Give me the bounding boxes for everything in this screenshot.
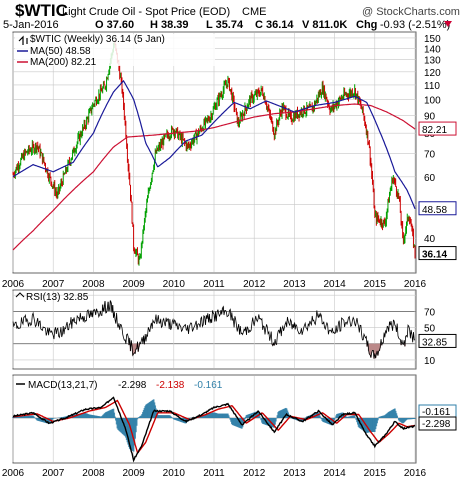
price-x-tick: 2007 <box>42 279 65 290</box>
price-x-tick: 2008 <box>82 279 105 290</box>
chart-exchange: CME <box>242 6 266 18</box>
macd-x-tick: 2008 <box>82 468 105 479</box>
macd-x-tick: 2015 <box>364 468 387 479</box>
quote-volume: V 811.0K <box>302 19 347 31</box>
price-y-tick: 70 <box>424 149 436 160</box>
legend-ma50: MA(50) 48.58 <box>30 46 91 57</box>
legend-ma200: MA(200) 82.21 <box>30 57 97 68</box>
tag-ma200: 82.21 <box>422 125 447 136</box>
rsi-label: RSI(13) 32.85 <box>26 292 89 303</box>
quote-high: H 38.39 <box>150 19 189 31</box>
rsi-y-tick: 50 <box>424 324 436 335</box>
price-y-tick: 140 <box>424 44 441 55</box>
watermark: @ StockCharts.com <box>362 6 460 18</box>
price-x-tick: 2009 <box>122 279 145 290</box>
quote-low: L 35.74 <box>206 19 244 31</box>
price-y-tick: 120 <box>424 68 441 79</box>
rsi-y-tick: 70 <box>424 307 436 318</box>
tag-macd-hist: -0.161 <box>422 407 451 418</box>
price-x-tick: 2014 <box>323 279 346 290</box>
macd-x-tick: 2006 <box>2 468 25 479</box>
macd-x-tick: 2016 <box>404 468 427 479</box>
price-y-tick: 150 <box>424 34 441 45</box>
price-y-tick: 130 <box>424 56 441 67</box>
chart-title: Light Crude Oil - Spot Price (EOD) <box>62 6 230 18</box>
macd-x-tick: 2007 <box>42 468 65 479</box>
price-x-tick: 2011 <box>203 279 225 290</box>
quote-close: C 36.14 <box>255 19 294 31</box>
macd-label-hist: -0.161 <box>194 380 223 391</box>
chart-symbol: $WTIC <box>15 1 68 20</box>
macd-x-tick: 2012 <box>243 468 266 479</box>
price-y-tick: 110 <box>424 81 440 92</box>
price-y-tick: 60 <box>424 173 436 184</box>
macd-label-name: MACD(13,21,7) <box>28 380 97 391</box>
price-x-tick: 2016 <box>404 279 427 290</box>
price-x-tick: 2006 <box>2 279 25 290</box>
macd-x-tick: 2009 <box>122 468 145 479</box>
tag-ma50: 48.58 <box>422 205 447 216</box>
price-x-tick: 2010 <box>163 279 186 290</box>
price-x-tick: 2012 <box>243 279 266 290</box>
price-y-tick: 100 <box>424 95 441 106</box>
tag-rsi: 32.85 <box>422 337 447 348</box>
macd-label-value: -2.298 <box>118 380 147 391</box>
macd-x-tick: 2010 <box>163 468 186 479</box>
quote-date: 5-Jan-2016 <box>3 19 59 31</box>
macd-x-tick: 2014 <box>323 468 346 479</box>
stock-chart: $WTIC Light Crude Oil - Spot Price (EOD)… <box>2 1 460 479</box>
price-y-tick: 90 <box>424 111 436 122</box>
rsi-y-tick: 10 <box>424 356 436 367</box>
macd-x-tick: 2011 <box>203 468 225 479</box>
price-x-tick: 2015 <box>364 279 387 290</box>
quote-change-label: Chg <box>356 19 377 31</box>
macd-label-signal: -2.138 <box>156 380 185 391</box>
quote-open: O 37.60 <box>95 19 134 31</box>
legend-price: $WTIC (Weekly) 36.14 (5 Jan) <box>30 34 165 45</box>
price-y-tick: 40 <box>424 234 436 245</box>
tag-price: 36.14 <box>422 250 447 261</box>
quote-change: -0.93 (-2.51%) <box>380 19 450 31</box>
macd-x-tick: 2013 <box>283 468 306 479</box>
tag-macd: -2.298 <box>422 419 451 430</box>
price-x-tick: 2013 <box>283 279 306 290</box>
